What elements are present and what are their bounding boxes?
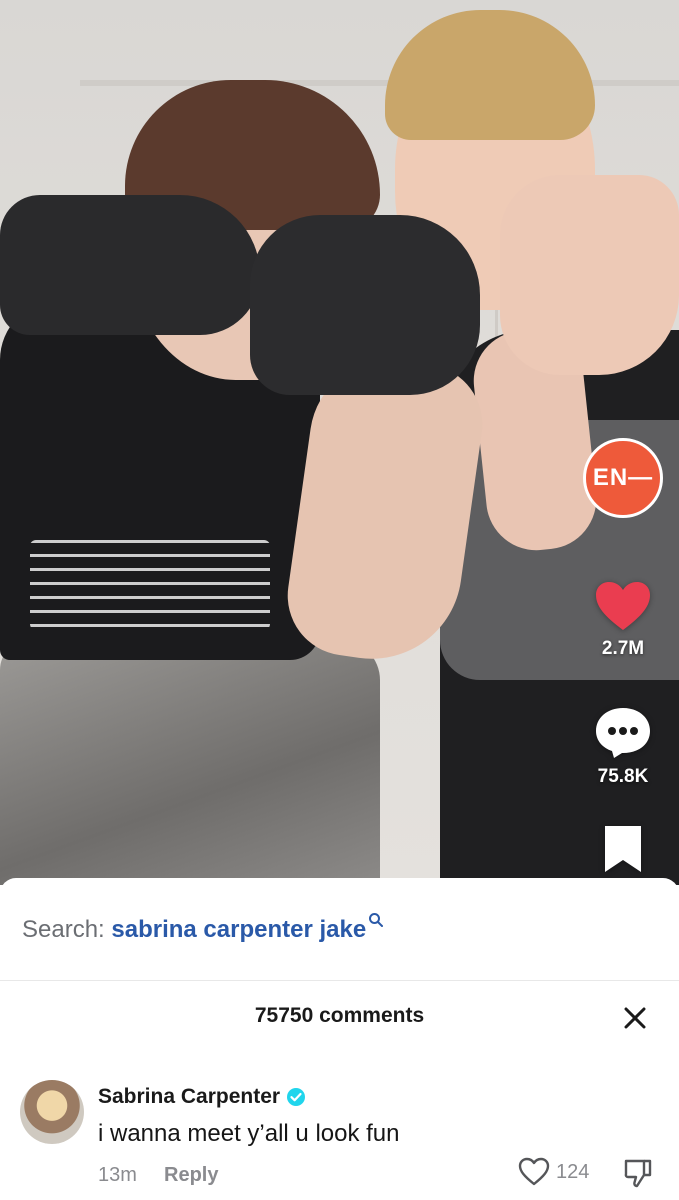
bookmark-action[interactable]	[601, 824, 645, 874]
shirt-print	[30, 540, 270, 630]
comment-like-count: 124	[556, 1160, 590, 1183]
comment-like-button[interactable]: 124	[518, 1157, 589, 1187]
person-right-heart-hand	[500, 175, 679, 375]
comments-count-title: 75750 comments	[254, 1004, 425, 1027]
commenter-avatar[interactable]	[20, 1080, 84, 1144]
verified-badge-icon	[287, 1088, 306, 1106]
comment-timestamp: 13m	[98, 1164, 137, 1186]
creator-avatar[interactable]: EN—	[583, 438, 663, 518]
heart-icon[interactable]	[594, 580, 652, 632]
like-count: 2.7M	[601, 638, 645, 659]
person-left-jeans	[0, 640, 380, 885]
search-icon	[369, 913, 384, 927]
commenter-name-row[interactable]: Sabrina Carpenter	[98, 1085, 306, 1109]
comment-action[interactable]: 75.8K	[594, 706, 652, 788]
glove-right	[250, 215, 480, 395]
divider	[0, 980, 679, 981]
person-right-hair	[385, 10, 595, 140]
bookmark-icon[interactable]	[601, 824, 645, 874]
comments-sheet: Search: sabrina carpenter jake 75750 com…	[0, 878, 679, 1200]
video-frame[interactable]: EN— 2.7M 75.8K	[0, 0, 679, 885]
close-icon[interactable]	[619, 1002, 651, 1034]
comment-text: i wanna meet y’all u look fun	[98, 1120, 400, 1147]
reply-button[interactable]: Reply	[164, 1164, 218, 1187]
comment-count: 75.8K	[597, 766, 649, 787]
comment-bubble-icon[interactable]	[594, 706, 652, 760]
heart-outline-icon[interactable]	[518, 1157, 550, 1187]
thumbs-down-icon[interactable]	[622, 1157, 654, 1189]
search-query-link[interactable]: sabrina carpenter jake	[111, 916, 366, 943]
commenter-name[interactable]: Sabrina Carpenter	[98, 1085, 280, 1109]
glove-left	[0, 195, 260, 335]
creator-badge-text: EN—	[592, 464, 654, 491]
action-rail: EN— 2.7M 75.8K	[579, 438, 667, 874]
like-action[interactable]: 2.7M	[594, 580, 652, 660]
search-suggestion[interactable]: Search: sabrina carpenter jake	[22, 913, 384, 944]
search-prefix: Search:	[22, 916, 105, 943]
